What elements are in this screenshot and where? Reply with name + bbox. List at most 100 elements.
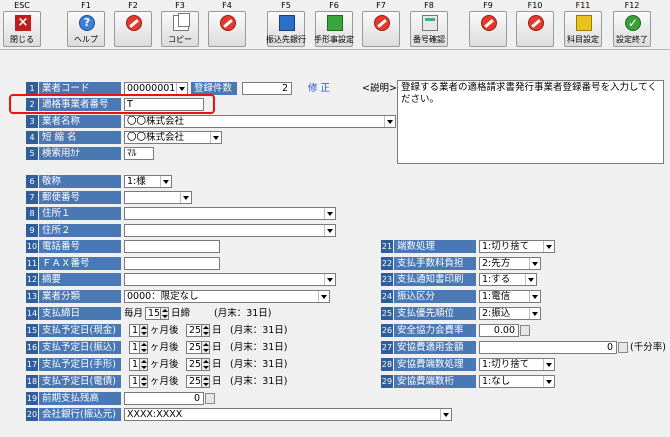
transfer-type-select[interactable]: 1:電信 xyxy=(479,290,541,303)
rounding-select[interactable]: 1:切り捨て xyxy=(479,240,555,253)
copy-button[interactable]: コピー xyxy=(161,11,199,47)
pay-day-cash-spinner[interactable] xyxy=(202,324,210,337)
f10-key-slot: F10 xyxy=(515,1,555,47)
postal-code-label: 郵便番号 xyxy=(39,191,121,204)
closing-day-input[interactable]: 15 xyxy=(145,307,161,320)
day-suffix: 日 xyxy=(212,325,222,336)
close-button[interactable]: × 閉じる xyxy=(3,11,41,47)
pay-months-transfer-input[interactable]: 1 xyxy=(129,341,140,354)
rounding-label: 端数処理 xyxy=(394,240,476,253)
calculator-icon[interactable] xyxy=(520,325,530,336)
f5-key-slot: F5 振込先銀行 xyxy=(266,1,306,47)
pay-day-bill-input[interactable]: 25 xyxy=(186,358,202,371)
f12-key-slot: F12 ✓ 設定終了 xyxy=(612,1,652,47)
company-bank-select[interactable]: XXXX:XXXX xyxy=(124,408,452,421)
closing-day-spinner[interactable] xyxy=(161,307,169,320)
fee-bearer-select[interactable]: 2:先方 xyxy=(479,257,541,270)
number-check-button[interactable]: 番号確認 xyxy=(410,11,448,47)
row-number: 27 xyxy=(381,341,393,354)
pay-day-ebill-spinner[interactable] xyxy=(202,375,210,388)
calculator-icon xyxy=(422,15,438,31)
f4-button[interactable] xyxy=(208,11,246,47)
book-icon xyxy=(279,15,295,31)
short-name-select[interactable]: 〇〇株式会社 xyxy=(124,131,222,144)
f9-button[interactable] xyxy=(469,11,507,47)
calculator-icon[interactable] xyxy=(205,393,215,404)
chevron-down-icon xyxy=(324,208,335,219)
pay-months-transfer-spinner[interactable] xyxy=(140,341,148,354)
pay-date-ebill-label: 支払予定日(電債) xyxy=(39,375,121,388)
f2-key-slot: F2 xyxy=(113,1,153,47)
pay-months-bill-input[interactable]: 1 xyxy=(129,358,140,371)
pay-date-bill-label: 支払予定日(手形) xyxy=(39,358,121,371)
f7-button[interactable] xyxy=(362,11,400,47)
company-bank-label: 会社銀行(振込元) xyxy=(39,408,121,421)
account-settings-button[interactable]: 科目設定 xyxy=(564,11,602,47)
safety-fee-rounding-label: 安協費端数処理 xyxy=(394,358,476,371)
f9-key-slot: F9 xyxy=(468,1,508,47)
safety-fee-digits-label: 安協費端数桁 xyxy=(394,375,476,388)
help-button[interactable]: ? ヘルプ xyxy=(67,11,105,47)
pay-months-bill-spinner[interactable] xyxy=(140,358,148,371)
pay-months-cash-input[interactable]: 1 xyxy=(129,324,140,337)
pay-priority-select[interactable]: 2:振込 xyxy=(479,307,541,320)
honorific-select[interactable]: 1:様 xyxy=(124,175,172,188)
pay-day-transfer-spinner[interactable] xyxy=(202,341,210,354)
pay-months-cash-spinner[interactable] xyxy=(140,324,148,337)
finish-settings-button[interactable]: ✓ 設定終了 xyxy=(613,11,651,47)
safety-fee-rate-input[interactable]: 0.00 xyxy=(479,324,519,337)
row-number: 10 xyxy=(26,240,38,253)
safety-fee-rounding-select[interactable]: 1:切り捨て xyxy=(479,358,555,371)
vendor-category-select[interactable]: 0000：限定なし xyxy=(124,290,330,303)
bank-button[interactable]: 振込先銀行 xyxy=(266,11,306,47)
pay-day-bill-spinner[interactable] xyxy=(202,358,210,371)
safety-fee-amount-input[interactable]: 0 xyxy=(479,341,617,354)
row-number: 7 xyxy=(26,191,38,204)
month-end-note: (月末：31日) xyxy=(230,376,288,387)
per-mille-text: (千分率) xyxy=(630,342,666,353)
bill-settings-button[interactable]: 手形事設定 xyxy=(314,11,354,47)
memo-select[interactable] xyxy=(124,273,336,286)
chevron-down-icon xyxy=(440,409,451,420)
pay-date-cash-label: 支払予定日(現金) xyxy=(39,324,121,337)
prior-balance-input[interactable]: 0 xyxy=(124,392,204,405)
row-number: 4 xyxy=(26,131,38,144)
vendor-name-select[interactable]: 〇〇株式会社 xyxy=(124,115,396,128)
pay-day-transfer-input[interactable]: 25 xyxy=(186,341,202,354)
pay-months-ebill-spinner[interactable] xyxy=(140,375,148,388)
notice-print-select[interactable]: 1:する xyxy=(479,273,537,286)
f2-button[interactable] xyxy=(114,11,152,47)
address1-select[interactable] xyxy=(124,207,336,220)
f11-key-slot: F11 科目設定 xyxy=(563,1,603,47)
pay-day-ebill-input[interactable]: 25 xyxy=(186,375,202,388)
f3-key-slot: F3 コピー xyxy=(160,1,200,47)
phone-input[interactable] xyxy=(124,240,220,253)
pay-day-cash-input[interactable]: 25 xyxy=(186,324,202,337)
fax-input[interactable] xyxy=(124,257,220,270)
calculator-icon[interactable] xyxy=(618,342,628,353)
row-number: 17 xyxy=(26,358,38,371)
month-end-note: (月末：31日) xyxy=(230,359,288,370)
row-number: 13 xyxy=(26,290,38,303)
f6-key-slot: F6 手形事設定 xyxy=(314,1,354,47)
registered-count-field: 2 xyxy=(242,82,292,95)
chevron-down-icon xyxy=(529,258,540,269)
disabled-icon xyxy=(126,15,142,31)
address2-label: 住所２ xyxy=(39,224,121,237)
f10-button[interactable] xyxy=(516,11,554,47)
qualified-business-number-label: 適格事業者番号 xyxy=(39,98,121,111)
pay-months-ebill-input[interactable]: 1 xyxy=(129,375,140,388)
search-kana-input[interactable]: ﾏﾙ xyxy=(124,147,154,160)
row-number: 22 xyxy=(381,257,393,270)
row-number: 15 xyxy=(26,324,38,337)
postal-code-select[interactable] xyxy=(124,191,192,204)
address2-select[interactable] xyxy=(124,224,336,237)
row-number: 3 xyxy=(26,115,38,128)
safety-fee-digits-select[interactable]: 1:なし xyxy=(479,375,555,388)
chevron-down-icon xyxy=(324,225,335,236)
copy-icon xyxy=(173,13,190,31)
day-suffix: 日 xyxy=(212,342,222,353)
row-number: 26 xyxy=(381,324,393,337)
qualified-business-number-input[interactable]: T xyxy=(124,98,204,111)
chevron-down-icon xyxy=(160,176,171,187)
